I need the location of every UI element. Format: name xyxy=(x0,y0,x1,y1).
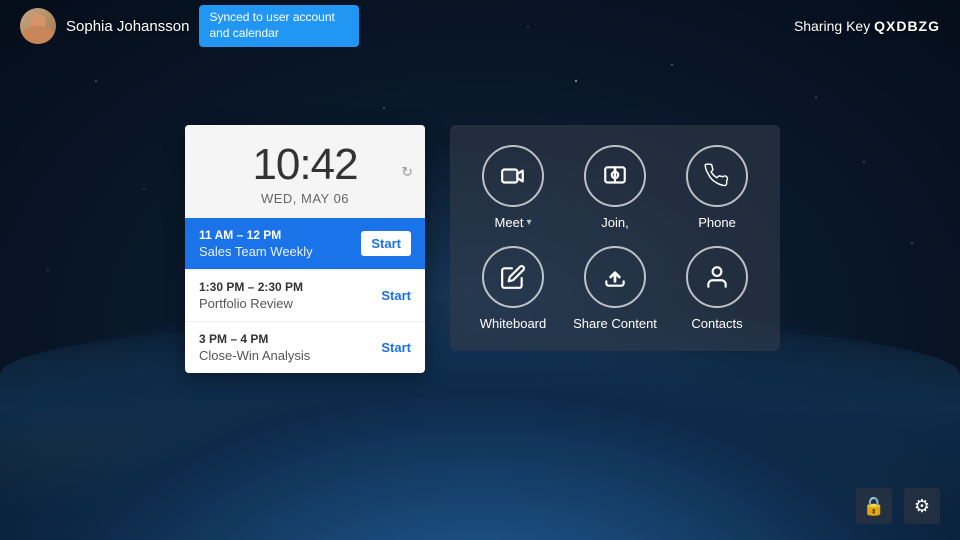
contacts-label: Contacts xyxy=(691,316,742,331)
calendar-panel: 10:42 WED, MAY 06 ↻ 11 AM – 12 PM Sales … xyxy=(185,125,425,373)
action-phone[interactable]: Phone xyxy=(674,145,760,230)
share-content-circle xyxy=(584,246,646,308)
sync-badge: Synced to user account and calendar xyxy=(199,5,359,46)
earth-surface xyxy=(0,320,960,540)
meeting-info-1: 11 AM – 12 PM Sales Team Weekly xyxy=(199,228,361,259)
clock-section: 10:42 WED, MAY 06 ↻ xyxy=(185,125,425,218)
meeting-time-1: 11 AM – 12 PM xyxy=(199,228,361,242)
action-meet[interactable]: Meet ▾ xyxy=(470,145,556,230)
meet-label: Meet ▾ xyxy=(495,215,532,230)
avatar xyxy=(20,8,56,44)
action-whiteboard[interactable]: Whiteboard xyxy=(470,246,556,331)
bottom-right-icons: 🔒 ⚙ xyxy=(856,488,940,524)
actions-grid: Meet ▾ Join, xyxy=(470,145,760,331)
meeting-title-1: Sales Team Weekly xyxy=(199,244,361,259)
phone-circle xyxy=(686,145,748,207)
join-label: Join, xyxy=(601,215,628,230)
phone-label: Phone xyxy=(698,215,736,230)
start-button-1[interactable]: Start xyxy=(361,231,411,256)
actions-panel: Meet ▾ Join, xyxy=(450,125,780,351)
action-share-content[interactable]: Share Content xyxy=(572,246,658,331)
meeting-item-2: 1:30 PM – 2:30 PM Portfolio Review Start xyxy=(185,270,425,322)
whiteboard-circle xyxy=(482,246,544,308)
user-name: Sophia Johansson xyxy=(66,18,189,35)
meeting-info-3: 3 PM – 4 PM Close-Win Analysis xyxy=(199,332,381,363)
clock-date: WED, MAY 06 xyxy=(205,191,405,206)
sharing-key-value: QXDBZG xyxy=(874,18,940,34)
start-button-2[interactable]: Start xyxy=(381,288,411,303)
join-icon xyxy=(602,163,628,189)
sharing-key-section: Sharing Key QXDBZG xyxy=(794,18,940,34)
video-icon xyxy=(500,163,526,189)
clock-time: 10:42 xyxy=(205,143,405,187)
meeting-item-3: 3 PM – 4 PM Close-Win Analysis Start xyxy=(185,322,425,373)
settings-button[interactable]: ⚙ xyxy=(904,488,940,524)
sharing-key-label: Sharing Key xyxy=(794,18,870,34)
phone-icon xyxy=(704,163,730,189)
action-join[interactable]: Join, xyxy=(572,145,658,230)
meeting-time-2: 1:30 PM – 2:30 PM xyxy=(199,280,381,294)
refresh-icon[interactable]: ↻ xyxy=(401,163,413,180)
meeting-time-3: 3 PM – 4 PM xyxy=(199,332,381,346)
upload-icon xyxy=(602,264,628,290)
lock-button[interactable]: 🔒 xyxy=(856,488,892,524)
person-icon xyxy=(704,264,730,290)
user-info: Sophia Johansson Synced to user account … xyxy=(20,5,359,46)
contacts-circle xyxy=(686,246,748,308)
top-bar: Sophia Johansson Synced to user account … xyxy=(0,0,960,52)
meet-circle xyxy=(482,145,544,207)
start-button-3[interactable]: Start xyxy=(381,340,411,355)
meet-chevron: ▾ xyxy=(526,217,531,228)
whiteboard-label: Whiteboard xyxy=(480,316,546,331)
meeting-title-3: Close-Win Analysis xyxy=(199,348,381,363)
join-circle xyxy=(584,145,646,207)
meeting-title-2: Portfolio Review xyxy=(199,296,381,311)
meeting-item-1: 11 AM – 12 PM Sales Team Weekly Start xyxy=(185,218,425,270)
meeting-info-2: 1:30 PM – 2:30 PM Portfolio Review xyxy=(199,280,381,311)
pencil-icon xyxy=(500,264,526,290)
share-content-label: Share Content xyxy=(573,316,657,331)
action-contacts[interactable]: Contacts xyxy=(674,246,760,331)
